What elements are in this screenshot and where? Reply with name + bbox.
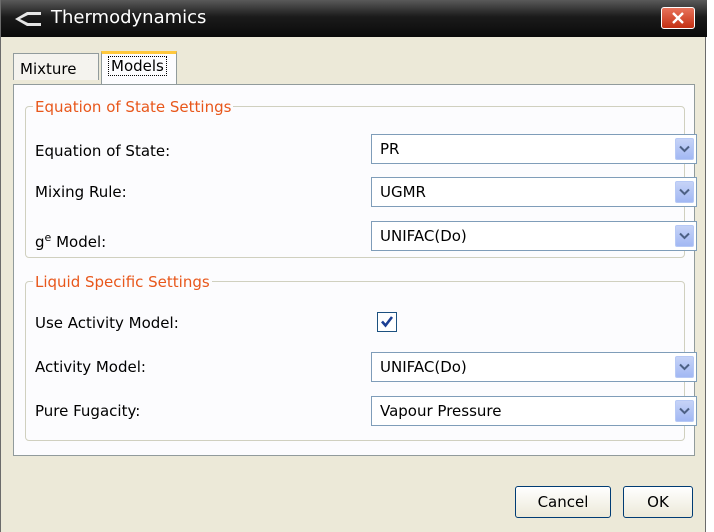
use-activity-model-checkbox[interactable] <box>377 312 397 332</box>
tab-mixture-label: Mixture <box>20 60 77 78</box>
chevron-down-icon[interactable] <box>675 181 694 203</box>
activity-model-value: UNIFAC(Do) <box>380 358 467 376</box>
mixing-rule-select[interactable]: UGMR <box>371 177 697 207</box>
mixing-rule-label: Mixing Rule: <box>35 183 127 201</box>
ge-model-label-rest: Model: <box>51 233 107 251</box>
equation-of-state-label: Equation of State: <box>35 142 171 160</box>
chevron-down-icon[interactable] <box>675 400 694 422</box>
equation-of-state-select[interactable]: PR <box>371 134 697 164</box>
title-bar[interactable]: Thermodynamics <box>1 0 707 37</box>
chevron-down-icon[interactable] <box>675 225 694 247</box>
use-activity-model-label: Use Activity Model: <box>35 314 179 332</box>
mixing-rule-value: UGMR <box>380 183 426 201</box>
app-icon <box>15 12 41 26</box>
ge-model-label: ge Model: <box>35 228 106 252</box>
ok-button[interactable]: OK <box>623 486 693 518</box>
chevron-down-icon[interactable] <box>675 138 694 160</box>
tab-models-label: Models <box>108 56 167 76</box>
equation-of-state-value: PR <box>380 140 400 158</box>
close-icon <box>672 12 684 24</box>
cancel-button[interactable]: Cancel <box>515 486 611 518</box>
eos-settings-legend: Equation of State Settings <box>33 98 234 116</box>
ge-model-select[interactable]: UNIFAC(Do) <box>371 221 697 251</box>
pure-fugacity-select[interactable]: Vapour Pressure <box>371 396 697 426</box>
liquid-settings-legend: Liquid Specific Settings <box>33 273 212 291</box>
activity-model-label: Activity Model: <box>35 358 146 376</box>
thermodynamics-dialog: Thermodynamics Mixture Models Equation o… <box>0 0 707 532</box>
pure-fugacity-value: Vapour Pressure <box>380 402 502 420</box>
checkmark-icon <box>381 316 394 328</box>
pure-fugacity-label: Pure Fugacity: <box>35 402 141 420</box>
tab-mixture[interactable]: Mixture <box>13 53 99 80</box>
close-button[interactable] <box>661 7 695 29</box>
ge-model-value: UNIFAC(Do) <box>380 227 467 245</box>
chevron-down-icon[interactable] <box>675 356 694 378</box>
ge-model-label-base: g <box>35 233 45 251</box>
tab-models[interactable]: Models <box>101 51 177 84</box>
activity-model-select[interactable]: UNIFAC(Do) <box>371 352 697 382</box>
window-title: Thermodynamics <box>51 7 207 28</box>
